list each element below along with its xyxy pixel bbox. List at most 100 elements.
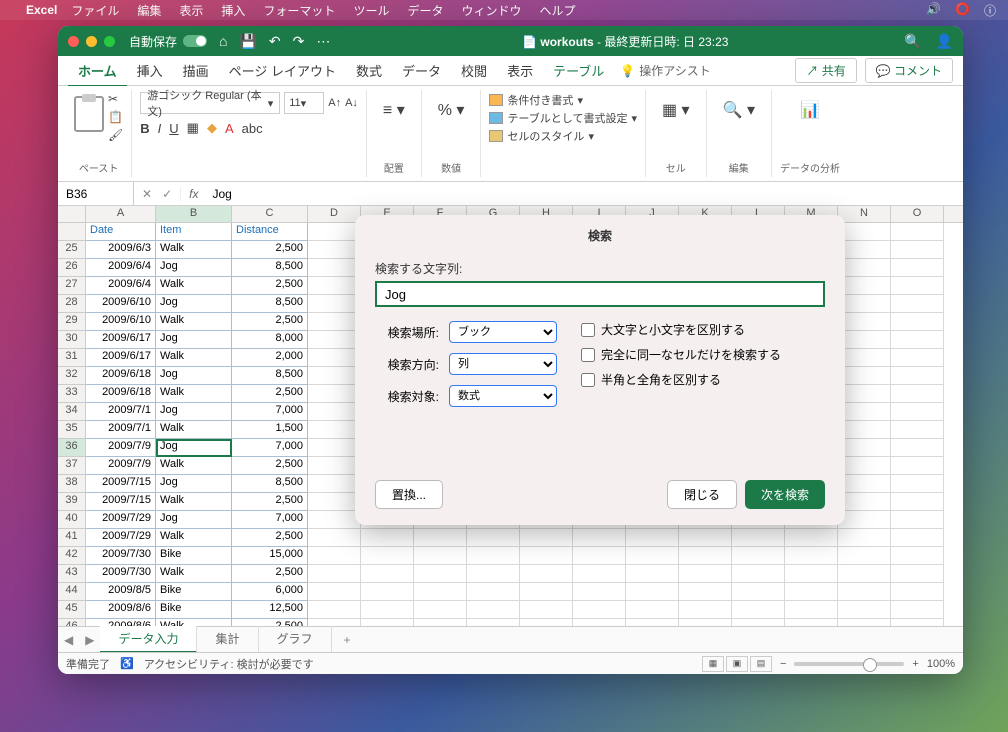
row-header[interactable]: 35 [58, 421, 86, 439]
cell[interactable] [679, 619, 732, 626]
cells-icon[interactable]: ▦ ▾ [654, 92, 698, 128]
cell[interactable] [414, 619, 467, 626]
cell-distance[interactable]: 2,500 [232, 385, 308, 403]
comment-button[interactable]: 💬 コメント [865, 58, 953, 83]
find-next-button[interactable]: 次を検索 [745, 480, 825, 509]
cell[interactable] [520, 565, 573, 583]
cell-distance[interactable]: 2,500 [232, 493, 308, 511]
cell[interactable] [361, 529, 414, 547]
confirm-icon[interactable]: ✓ [162, 187, 172, 201]
row-header[interactable]: 46 [58, 619, 86, 626]
menu-item[interactable]: ヘルプ [539, 4, 575, 18]
cell[interactable] [838, 385, 891, 403]
cell-date[interactable]: 2009/7/30 [86, 565, 156, 583]
volume-icon[interactable]: 🔊 [926, 2, 941, 19]
minimize-window-button[interactable] [86, 36, 97, 47]
row-header[interactable]: 43 [58, 565, 86, 583]
ribbon-tab[interactable]: ホーム [68, 58, 127, 87]
share-button[interactable]: ↗ 共有 [795, 58, 856, 83]
cell-styles-button[interactable]: セルのスタイル ▾ [489, 128, 637, 144]
cell[interactable] [467, 565, 520, 583]
cell[interactable] [573, 601, 626, 619]
cell-item[interactable]: Walk [156, 529, 232, 547]
cell[interactable] [838, 421, 891, 439]
cell-item[interactable]: Walk [156, 385, 232, 403]
cell[interactable] [891, 457, 944, 475]
cell[interactable] [467, 583, 520, 601]
number-format-icon[interactable]: % ▾ [430, 92, 473, 128]
maximize-window-button[interactable] [104, 36, 115, 47]
font-size-select[interactable]: 11 ▾ [284, 92, 324, 114]
cell-distance[interactable]: 8,500 [232, 475, 308, 493]
cell[interactable] [308, 403, 361, 421]
cell-date[interactable]: 2009/7/9 [86, 457, 156, 475]
cell[interactable] [308, 547, 361, 565]
more-icon[interactable]: ⋯ [316, 33, 330, 50]
ribbon-tab[interactable]: 数式 [346, 58, 392, 85]
cell-item[interactable]: Jog [156, 331, 232, 349]
cell-distance[interactable]: 1,500 [232, 421, 308, 439]
cell-distance[interactable]: 6,000 [232, 583, 308, 601]
search-icon[interactable]: 🔍 [904, 33, 921, 50]
cell[interactable] [838, 331, 891, 349]
cell[interactable] [891, 277, 944, 295]
cell-item[interactable]: Walk [156, 277, 232, 295]
formula-input[interactable]: Jog [206, 187, 963, 201]
cell[interactable] [467, 601, 520, 619]
cell[interactable] [891, 367, 944, 385]
cell-item[interactable]: Walk [156, 493, 232, 511]
ribbon-tab[interactable]: データ [392, 58, 451, 85]
format-painter-icon[interactable]: 🖌 [108, 128, 123, 142]
cell-item[interactable]: Jog [156, 259, 232, 277]
cell[interactable] [467, 619, 520, 626]
cell[interactable] [308, 259, 361, 277]
row-header[interactable]: 36 [58, 439, 86, 457]
cell[interactable] [520, 619, 573, 626]
cell-date[interactable]: 2009/8/5 [86, 583, 156, 601]
cell-date[interactable]: 2009/6/17 [86, 331, 156, 349]
cell-item[interactable]: Walk [156, 241, 232, 259]
cell[interactable] [308, 421, 361, 439]
name-box[interactable]: B36 [58, 182, 134, 205]
ribbon-tab[interactable]: 表示 [497, 58, 543, 85]
cell-distance[interactable]: 2,500 [232, 619, 308, 626]
cell-date[interactable]: 2009/6/3 [86, 241, 156, 259]
font-name-select[interactable]: 游ゴシック Regular (本文) ▾ [140, 92, 280, 114]
editing-icon[interactable]: 🔍 ▾ [715, 92, 763, 128]
cell[interactable] [573, 583, 626, 601]
cell[interactable] [732, 529, 785, 547]
sheet-tab[interactable]: グラフ [259, 626, 332, 653]
cell[interactable] [891, 421, 944, 439]
menu-app-name[interactable]: Excel [26, 3, 57, 17]
row-header[interactable]: 32 [58, 367, 86, 385]
cell[interactable] [891, 511, 944, 529]
cell[interactable] [838, 259, 891, 277]
cell[interactable] [308, 349, 361, 367]
cell[interactable] [891, 331, 944, 349]
cell[interactable] [838, 241, 891, 259]
cell-item[interactable]: Jog [156, 475, 232, 493]
close-button[interactable]: 閉じる [667, 480, 737, 509]
cell[interactable] [785, 583, 838, 601]
location-select[interactable]: ブック [449, 321, 557, 343]
grow-font-icon[interactable]: A↑ [328, 97, 341, 109]
replace-button[interactable]: 置換... [375, 480, 443, 509]
cell[interactable] [308, 331, 361, 349]
ribbon-tab[interactable]: ページ レイアウト [219, 58, 346, 85]
menu-item[interactable]: 表示 [179, 4, 203, 18]
cell[interactable] [891, 313, 944, 331]
cell[interactable] [838, 619, 891, 626]
cell[interactable] [520, 583, 573, 601]
input-icon[interactable]: ⓘ [984, 2, 996, 19]
cell[interactable] [891, 601, 944, 619]
cell-item[interactable]: Bike [156, 601, 232, 619]
clock-icon[interactable]: ⭕ [955, 2, 970, 19]
cell-distance[interactable]: 2,500 [232, 457, 308, 475]
cell-item[interactable]: Walk [156, 349, 232, 367]
sheet-tab[interactable]: データ入力 [100, 626, 197, 653]
cell[interactable] [308, 367, 361, 385]
cell[interactable] [838, 511, 891, 529]
cell[interactable] [414, 565, 467, 583]
cell-date[interactable]: 2009/6/18 [86, 385, 156, 403]
undo-icon[interactable]: ↶ [269, 33, 281, 50]
